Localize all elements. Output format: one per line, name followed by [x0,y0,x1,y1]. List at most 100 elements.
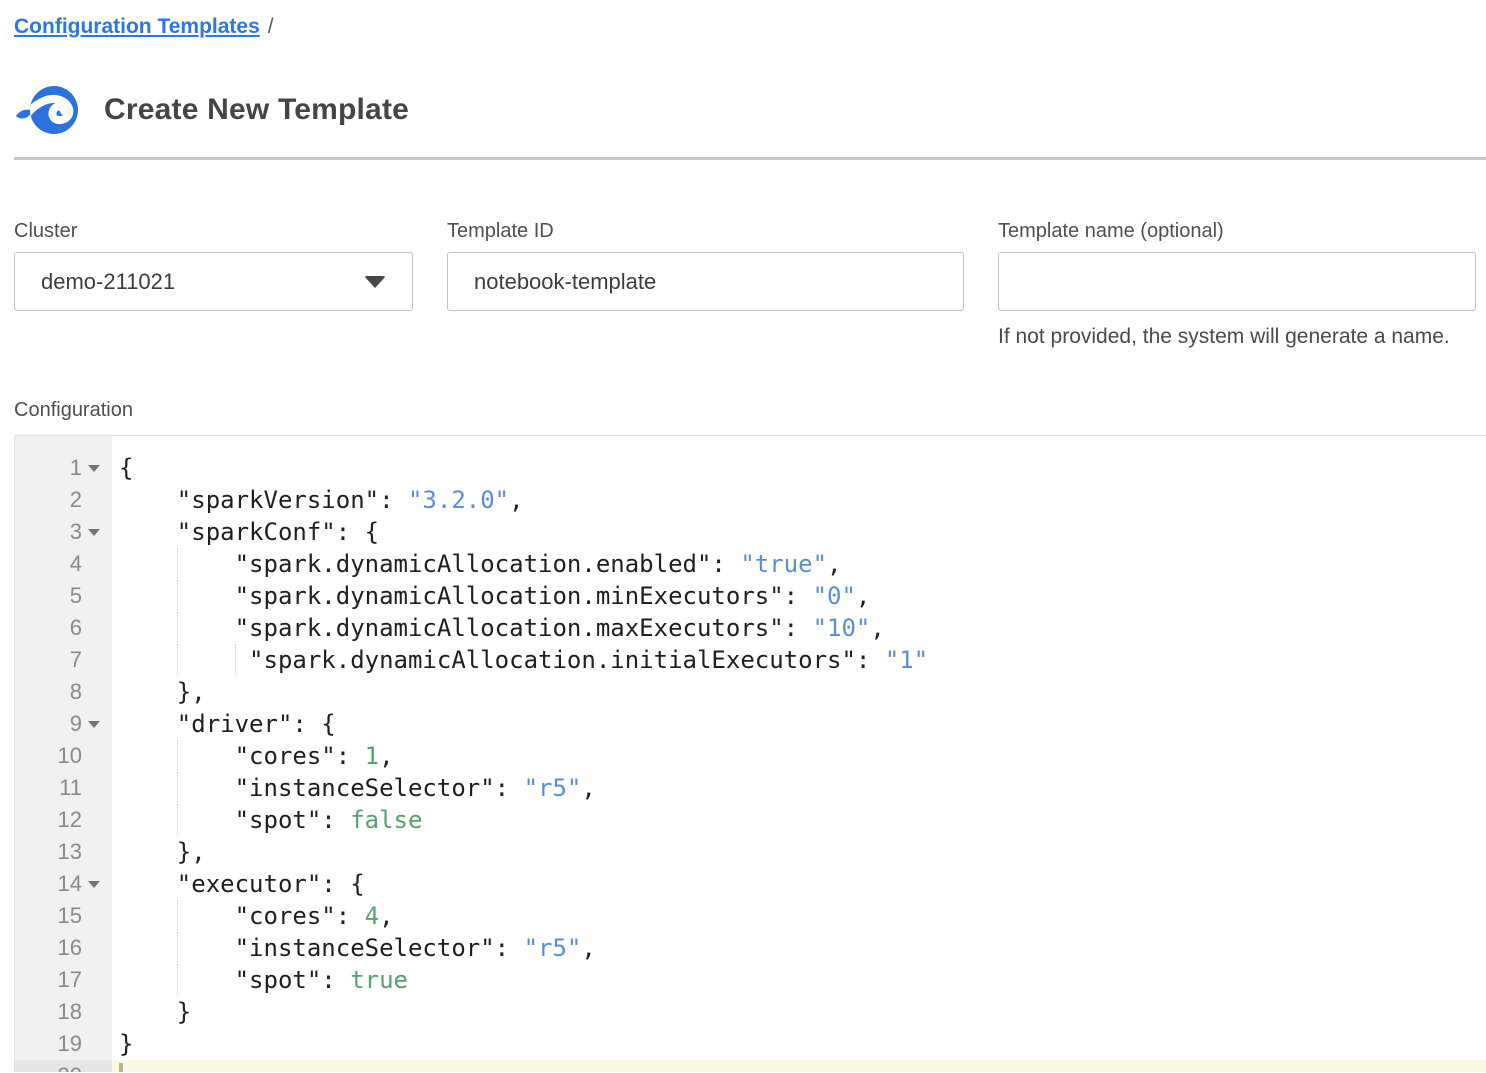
editor-line[interactable]: 14 "executor": { [15,868,1486,900]
code-line-content[interactable]: }, [112,836,1486,868]
code-line-content[interactable]: } [112,1028,1486,1060]
code-line-content[interactable]: { [112,452,1486,484]
editor-line[interactable]: 17 "spot": true [15,964,1486,996]
create-template-page: Configuration Templates / Create New Temp… [0,0,1486,1072]
editor-line[interactable]: 19} [15,1028,1486,1060]
indent-guide [177,644,178,676]
code-line-content[interactable]: "spot": false [112,804,1486,836]
code-line-content[interactable]: "spark.dynamicAllocation.initialExecutor… [112,644,1486,676]
template-name-helper-text: If not provided, the system will generat… [998,325,1476,349]
template-name-label: Template name (optional) [998,220,1476,243]
cluster-field: Cluster demo-211021 [14,220,413,349]
line-number: 19 [58,1028,82,1060]
editor-line[interactable]: 7 "spark.dynamicAllocation.initialExecut… [15,644,1486,676]
editor-line[interactable]: 10 "cores": 1, [15,740,1486,772]
editor-line[interactable]: 6 "spark.dynamicAllocation.maxExecutors"… [15,612,1486,644]
code-line-content[interactable]: "instanceSelector": "r5", [112,932,1486,964]
page-title: Create New Template [104,93,409,127]
line-number: 11 [59,772,82,804]
line-number: 18 [58,996,82,1028]
editor-line[interactable]: 4 "spark.dynamicAllocation.enabled": "tr… [15,548,1486,580]
code-line-content[interactable] [112,1060,1486,1072]
breadcrumb: Configuration Templates / [14,0,1486,39]
header-divider [14,157,1486,160]
fold-arrow-icon[interactable] [88,465,100,472]
code-line-content[interactable]: "spark.dynamicAllocation.enabled": "true… [112,548,1486,580]
code-line-content[interactable]: }, [112,676,1486,708]
editor-lines: 1{2 "sparkVersion": "3.2.0",3 "sparkConf… [15,436,1486,1072]
breadcrumb-link-configuration-templates[interactable]: Configuration Templates [14,15,260,38]
indent-guide [177,548,178,580]
code-line-content[interactable]: "cores": 1, [112,740,1486,772]
cluster-select[interactable]: demo-211021 [14,252,413,311]
line-number: 1 [70,452,82,484]
line-number: 10 [58,740,82,772]
indent-guide [177,612,178,644]
page-header: Create New Template [14,81,1486,139]
indent-guide [235,644,236,676]
editor-line[interactable]: 16 "instanceSelector": "r5", [15,932,1486,964]
template-name-input[interactable] [998,252,1476,311]
template-id-input[interactable] [447,252,964,311]
editor-line[interactable]: 9 "driver": { [15,708,1486,740]
code-line-content[interactable]: "executor": { [112,868,1486,900]
indent-guide [177,900,178,932]
code-line-content[interactable]: "instanceSelector": "r5", [112,772,1486,804]
fold-arrow-icon[interactable] [88,881,100,888]
line-number: 12 [58,804,82,836]
line-number: 7 [70,644,82,676]
editor-line[interactable]: 15 "cores": 4, [15,900,1486,932]
line-number: 14 [58,868,82,900]
line-number: 3 [70,516,82,548]
fold-arrow-icon[interactable] [88,529,100,536]
editor-line[interactable]: 3 "sparkConf": { [15,516,1486,548]
code-line-content[interactable]: "sparkVersion": "3.2.0", [112,484,1486,516]
template-id-label: Template ID [447,220,964,243]
cluster-select-value: demo-211021 [41,269,175,295]
template-id-field: Template ID [447,220,964,349]
indent-guide [177,772,178,804]
line-number: 9 [70,708,82,740]
line-number: 8 [70,676,82,708]
indent-guide [177,932,178,964]
code-line-content[interactable]: "cores": 4, [112,900,1486,932]
dropdown-caret-icon [364,276,386,288]
editor-line[interactable]: 18 } [15,996,1486,1028]
editor-line[interactable]: 11 "instanceSelector": "r5", [15,772,1486,804]
template-name-field: Template name (optional) If not provided… [998,220,1476,349]
indent-guide [177,804,178,836]
line-number: 6 [70,612,82,644]
line-number: 15 [58,900,82,932]
code-line-content[interactable]: "driver": { [112,708,1486,740]
line-number: 13 [58,836,82,868]
code-line-content[interactable]: "spot": true [112,964,1486,996]
editor-line[interactable]: 8 }, [15,676,1486,708]
cluster-label: Cluster [14,220,413,243]
line-number: 20 [58,1060,82,1072]
text-cursor [119,1063,123,1072]
code-line-content[interactable]: "spark.dynamicAllocation.maxExecutors": … [112,612,1486,644]
editor-line[interactable]: 1{ [15,452,1486,484]
fold-arrow-icon[interactable] [88,721,100,728]
editor-line[interactable]: 13 }, [15,836,1486,868]
code-line-content[interactable]: } [112,996,1486,1028]
line-number: 16 [58,932,82,964]
editor-line[interactable]: 20 [15,1060,1486,1072]
code-line-content[interactable]: "sparkConf": { [112,516,1486,548]
editor-line[interactable]: 5 "spark.dynamicAllocation.minExecutors"… [15,580,1486,612]
ocean-wave-logo-icon [14,81,80,139]
indent-guide [177,964,178,996]
line-number: 5 [70,580,82,612]
line-number: 4 [70,548,82,580]
indent-guide [177,740,178,772]
configuration-label: Configuration [14,399,1486,422]
editor-line[interactable]: 2 "sparkVersion": "3.2.0", [15,484,1486,516]
code-line-content[interactable]: "spark.dynamicAllocation.minExecutors": … [112,580,1486,612]
indent-guide [177,580,178,612]
template-form: Cluster demo-211021 Template ID Template… [14,220,1486,349]
editor-line[interactable]: 12 "spot": false [15,804,1486,836]
breadcrumb-separator: / [268,15,274,38]
line-number: 2 [70,484,82,516]
configuration-code-editor[interactable]: 1{2 "sparkVersion": "3.2.0",3 "sparkConf… [14,435,1486,1072]
line-number: 17 [58,964,82,996]
